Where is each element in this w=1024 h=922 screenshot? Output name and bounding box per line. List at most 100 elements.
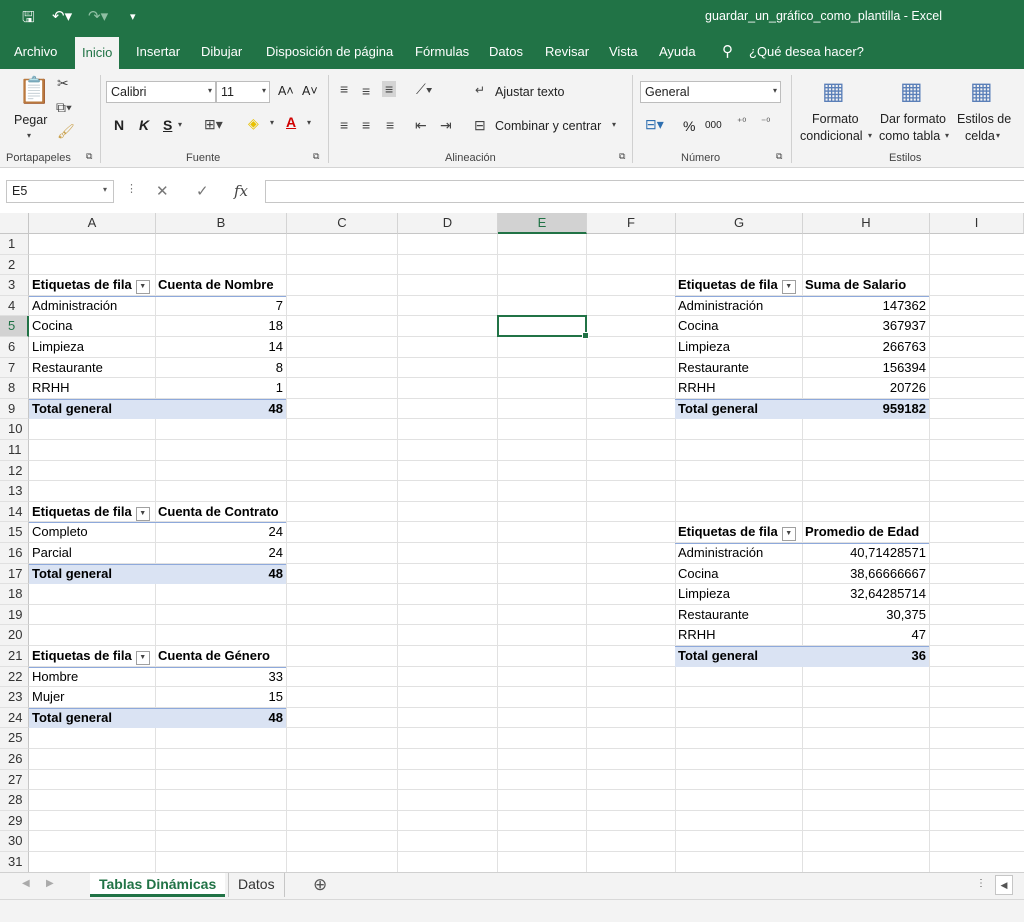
row-header[interactable]: 17 [0, 563, 29, 585]
decrease-decimal-icon[interactable]: ⁻⁰ [761, 117, 770, 128]
sheet-tab-tablas[interactable]: Tablas Dinámicas [90, 873, 226, 897]
underline-button[interactable]: S [163, 117, 172, 133]
row-header[interactable]: 13 [0, 481, 29, 502]
column-header-g[interactable]: G [676, 213, 803, 234]
scroll-left-icon[interactable]: ◀ [995, 875, 1013, 895]
tab-dibujar[interactable]: Dibujar [201, 44, 242, 59]
font-name-select[interactable]: Calibri ▾ [106, 81, 216, 103]
bold-button[interactable]: N [114, 117, 124, 133]
align-right-icon[interactable]: ≡ [386, 117, 394, 133]
tab-archivo[interactable]: Archivo [14, 44, 57, 59]
row-header[interactable]: 31 [0, 852, 29, 873]
save-icon[interactable]: 🖫 [22, 7, 35, 32]
filter-dropdown-icon[interactable]: ▼ [135, 506, 150, 521]
row-header[interactable]: 30 [0, 831, 29, 852]
row-header[interactable]: 8 [0, 378, 29, 399]
font-color-icon[interactable]: A [286, 114, 296, 130]
scroll-options-icon[interactable]: ⋮ [976, 878, 986, 889]
merge-dropdown-icon[interactable]: ▾ [612, 120, 616, 129]
font-size-select[interactable]: 11 ▾ [216, 81, 270, 103]
row-header[interactable]: 21 [0, 646, 29, 667]
row-header[interactable]: 22 [0, 666, 29, 688]
column-header-c[interactable]: C [287, 213, 398, 234]
thousands-button[interactable]: 000 [705, 120, 722, 131]
tab-formulas[interactable]: Fórmulas [415, 44, 469, 59]
underline-dropdown-icon[interactable]: ▾ [178, 120, 182, 129]
tab-insertar[interactable]: Insertar [136, 44, 180, 59]
filter-dropdown-icon[interactable]: ▼ [781, 280, 796, 295]
filter-dropdown-icon[interactable]: ▼ [781, 527, 796, 542]
align-top-icon[interactable]: ≡ [340, 81, 348, 97]
column-header-a[interactable]: A [29, 213, 156, 234]
enter-icon[interactable]: ✓ [196, 182, 209, 200]
tab-datos[interactable]: Datos [489, 44, 523, 59]
cond-format-dropdown-icon[interactable]: ▾ [868, 131, 872, 140]
next-sheet-icon[interactable]: ▶ [46, 878, 54, 889]
align-left-icon[interactable]: ≡ [340, 117, 348, 133]
tab-disposicion[interactable]: Disposición de página [266, 44, 393, 59]
cell-styles-label-2[interactable]: celda [965, 129, 995, 143]
number-launcher-icon[interactable]: ⧉ [776, 151, 782, 162]
tab-vista[interactable]: Vista [609, 44, 638, 59]
format-table-label-1[interactable]: Dar formato [880, 112, 946, 126]
clipboard-launcher-icon[interactable]: ⧉ [86, 151, 92, 162]
format-table-dropdown-icon[interactable]: ▾ [945, 131, 949, 140]
row-header[interactable]: 24 [0, 707, 29, 729]
add-sheet-button[interactable]: ⊕ [313, 875, 327, 895]
paste-button[interactable]: Pegar [14, 113, 47, 127]
row-header[interactable]: 19 [0, 604, 29, 626]
tab-inicio[interactable]: Inicio [75, 37, 120, 69]
row-header[interactable]: 20 [0, 625, 29, 646]
percent-button[interactable]: % [683, 118, 695, 134]
selected-cell[interactable] [497, 315, 589, 339]
cond-format-label-1[interactable]: Formato [812, 112, 859, 126]
row-header[interactable]: 23 [0, 687, 29, 708]
column-header-e[interactable]: E [498, 213, 587, 234]
column-header-i[interactable]: I [930, 213, 1024, 234]
fill-color-dropdown-icon[interactable]: ▾ [270, 118, 274, 127]
borders-icon[interactable]: ⊞▾ [204, 116, 223, 133]
filter-dropdown-icon[interactable]: ▼ [135, 280, 150, 295]
merge-center-button[interactable]: Combinar y centrar [495, 119, 601, 133]
align-bottom-icon[interactable]: ≡ [382, 81, 397, 97]
row-header[interactable]: 5 [0, 316, 29, 337]
name-box[interactable]: E5 ▾ [6, 180, 114, 203]
column-header-d[interactable]: D [398, 213, 498, 234]
row-header[interactable]: 18 [0, 584, 29, 605]
orientation-icon[interactable]: ⟋▾ [416, 81, 433, 98]
row-header[interactable]: 15 [0, 522, 29, 543]
alignment-launcher-icon[interactable]: ⧉ [619, 151, 625, 162]
increase-decimal-icon[interactable]: ⁺⁰ [737, 117, 746, 128]
filter-dropdown-icon[interactable]: ▼ [135, 651, 150, 665]
row-header[interactable]: 3 [0, 275, 29, 296]
increase-indent-icon[interactable]: ⇥ [440, 117, 452, 134]
tab-ayuda[interactable]: Ayuda [659, 44, 696, 59]
row-header[interactable]: 7 [0, 357, 29, 379]
customize-toolbar-icon[interactable]: ▾ [130, 10, 136, 23]
increase-font-icon[interactable]: A˄ [278, 84, 294, 98]
decrease-font-icon[interactable]: A˅ [302, 84, 318, 98]
row-header[interactable]: 4 [0, 295, 29, 317]
prev-sheet-icon[interactable]: ◀ [22, 878, 30, 889]
font-launcher-icon[interactable]: ⧉ [313, 151, 319, 162]
row-header[interactable]: 1 [0, 234, 29, 255]
row-header[interactable]: 11 [0, 440, 29, 461]
column-header-h[interactable]: H [803, 213, 930, 234]
decrease-indent-icon[interactable]: ⇤ [415, 117, 427, 134]
row-header[interactable]: 16 [0, 543, 29, 564]
fill-color-icon[interactable]: ◈ [248, 115, 259, 132]
cut-icon[interactable]: ✂ [57, 75, 69, 92]
row-header[interactable]: 12 [0, 460, 29, 482]
row-header[interactable]: 9 [0, 398, 29, 420]
row-header[interactable]: 26 [0, 749, 29, 770]
cell-styles-label-1[interactable]: Estilos de [957, 112, 1011, 126]
column-header-f[interactable]: F [587, 213, 676, 234]
tab-revisar[interactable]: Revisar [545, 44, 589, 59]
italic-button[interactable]: K [139, 117, 149, 133]
column-header-b[interactable]: B [156, 213, 287, 234]
tell-me-search[interactable]: ¿Qué desea hacer? [749, 44, 864, 59]
copy-icon[interactable]: ⧉▾ [56, 99, 72, 116]
font-color-dropdown-icon[interactable]: ▾ [307, 118, 311, 127]
row-header[interactable]: 27 [0, 769, 29, 791]
number-format-select[interactable]: General ▾ [640, 81, 781, 103]
